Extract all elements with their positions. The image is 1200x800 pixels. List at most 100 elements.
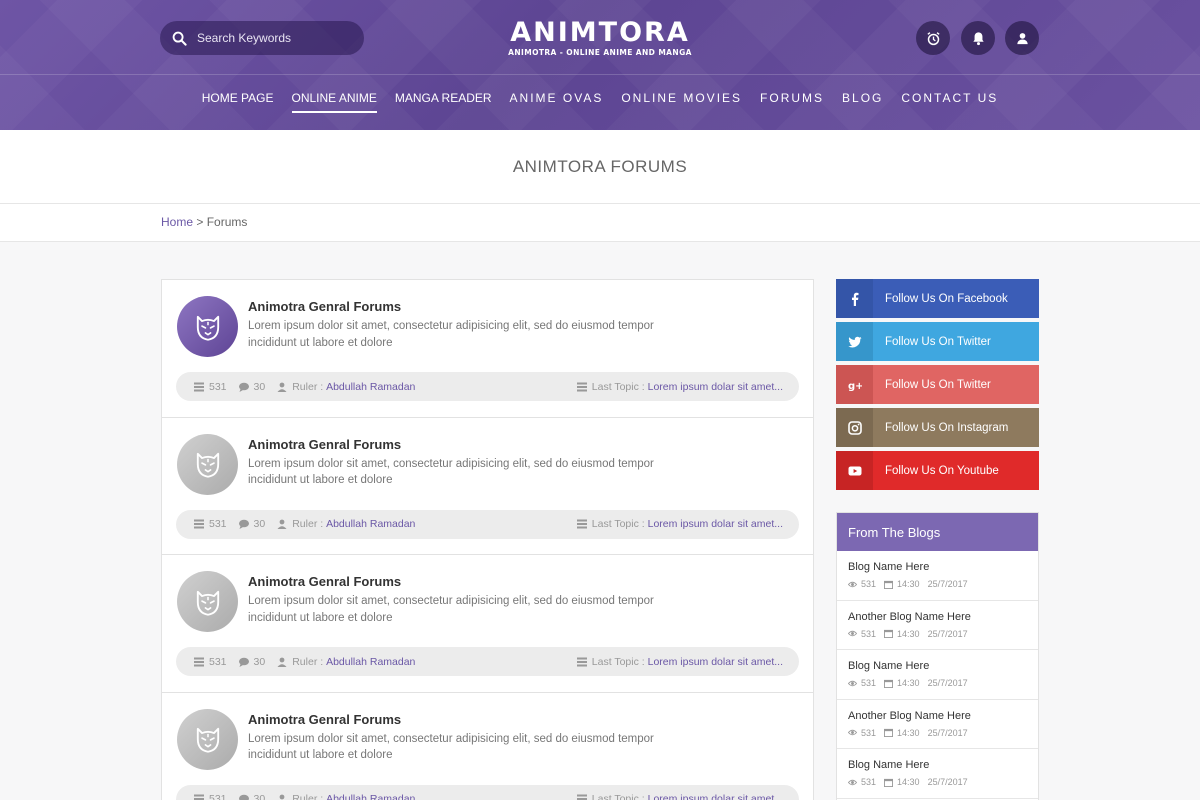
- forum-meta-bar: 531 30 Ruler : Abdullah Ramadan Last Top…: [176, 647, 799, 676]
- comment-count-value: 30: [253, 380, 266, 393]
- blog-meta: 531 14:30 25/7/2017: [848, 728, 1027, 738]
- list-icon: [576, 794, 587, 800]
- list-icon: [194, 382, 204, 391]
- last-topic-label: Last Topic :: [591, 655, 645, 668]
- forum-avatar[interactable]: [177, 708, 238, 770]
- blog-time: 14:30: [897, 727, 920, 738]
- forum-description: Lorem ipsum dolor sit amet, consectetur …: [248, 595, 654, 624]
- social-instagram-button[interactable]: Follow Us On Instagram: [836, 408, 1039, 447]
- social-label: Follow Us On Facebook: [885, 292, 1008, 305]
- forum-item[interactable]: Animotra Genral Forums Lorem ipsum dolor…: [162, 693, 813, 800]
- last-topic-label: Last Topic :: [591, 380, 645, 393]
- twitter-icon: [836, 322, 873, 361]
- nav-online-movies[interactable]: ONLINE MOVIES: [621, 90, 742, 106]
- comment-count-value: 30: [253, 793, 266, 800]
- blog-time: 14:30: [897, 777, 920, 788]
- last-topic-label: Last Topic :: [591, 518, 645, 530]
- blog-item[interactable]: Another Blog Name Here 531 14:30 25/7/2017: [837, 601, 1038, 651]
- forum-title[interactable]: Animotra Genral Forums: [248, 437, 401, 452]
- nav-home-page[interactable]: HOME PAGE: [202, 90, 274, 106]
- notifications-button[interactable]: [961, 21, 995, 55]
- tiger-icon: [196, 590, 219, 616]
- search-icon: [172, 31, 187, 46]
- calendar-icon: [884, 679, 894, 688]
- forum-meta-bar: 531 30 Ruler : Abdullah Ramadan Last Top…: [176, 372, 799, 401]
- google-plus-icon: g+: [836, 365, 873, 404]
- comment-icon: [238, 382, 249, 392]
- breadcrumb-band: Home > Forums: [0, 204, 1200, 242]
- forum-item[interactable]: Animotra Genral Forums Lorem ipsum dolor…: [162, 280, 813, 418]
- blog-name[interactable]: Another Blog Name Here: [848, 710, 1027, 722]
- blogs-widget: From The Blogs Blog Name Here 531 14:30 25/…: [836, 512, 1039, 800]
- blog-item[interactable]: Blog Name Here 531 14:30 25/7/2017: [837, 551, 1038, 601]
- nav-contact-us[interactable]: CONTACT US: [901, 90, 998, 106]
- blog-name[interactable]: Blog Name Here: [848, 759, 1027, 771]
- blog-name[interactable]: Blog Name Here: [848, 660, 1027, 672]
- blog-date: 25/7/2017: [927, 579, 968, 589]
- calendar-icon: [884, 580, 894, 589]
- forum-ruler: Ruler : Abdullah Ramadan: [277, 793, 415, 800]
- last-topic-link[interactable]: Lorem ipsum dolar sit amet...: [648, 656, 783, 668]
- blog-time: 14:30: [897, 678, 920, 689]
- site-logo[interactable]: ANIMTORA ANIMOTRA - ONLINE ANIME AND MAN…: [508, 18, 692, 58]
- blog-name[interactable]: Blog Name Here: [848, 561, 1027, 573]
- blog-item[interactable]: Blog Name Here 531 14:30 25/7/2017: [837, 749, 1038, 799]
- list-icon: [576, 657, 587, 666]
- forum-title[interactable]: Animotra Genral Forums: [248, 299, 401, 314]
- topic-count: 531: [194, 793, 227, 800]
- account-button[interactable]: [1005, 21, 1039, 55]
- alarm-button[interactable]: [916, 21, 950, 55]
- social-label: Follow Us On Instagram: [885, 421, 1009, 434]
- comment-count: 30: [238, 793, 266, 800]
- facebook-icon: [836, 279, 873, 318]
- last-topic-label: Last Topic :: [591, 793, 645, 800]
- social-twitter-button[interactable]: Follow Us On Twitter: [836, 322, 1039, 361]
- forum-item[interactable]: Animotra Genral Forums Lorem ipsum dolor…: [162, 555, 813, 693]
- nav-manga-reader[interactable]: MANGA READER: [395, 90, 492, 106]
- user-icon: [279, 794, 285, 800]
- ruler-label: Ruler :: [292, 380, 324, 393]
- social-youtube-button[interactable]: Follow Us On Youtube: [836, 451, 1039, 490]
- forum-avatar[interactable]: [177, 433, 238, 495]
- last-topic-link[interactable]: Lorem ipsum dolar sit amet...: [648, 793, 783, 800]
- ruler-link[interactable]: Abdullah Ramadan: [326, 518, 415, 530]
- user-icon: [277, 382, 287, 392]
- blog-name[interactable]: Another Blog Name Here: [848, 611, 1027, 623]
- blog-item[interactable]: Blog Name Here 531 14:30 25/7/2017: [837, 650, 1038, 700]
- social-google-plus-button[interactable]: g+ Follow Us On Twitter: [836, 365, 1039, 404]
- eye-icon: [848, 730, 857, 736]
- ruler-link[interactable]: Abdullah Ramadan: [326, 656, 415, 668]
- page-title: ANIMTORA FORUMS: [512, 156, 688, 176]
- user-icon: [1016, 32, 1028, 44]
- search-input[interactable]: [197, 31, 347, 45]
- forum-avatar[interactable]: [177, 571, 238, 632]
- tiger-icon: [196, 315, 219, 341]
- nav-online-anime[interactable]: ONLINE ANIME: [291, 90, 378, 113]
- social-label: Follow Us On Twitter: [885, 335, 991, 348]
- blog-item[interactable]: Another Blog Name Here 531 14:30 25/7/2017: [837, 700, 1038, 750]
- forum-title[interactable]: Animotra Genral Forums: [248, 712, 401, 727]
- nav-forums[interactable]: FORUMS: [760, 90, 824, 106]
- comment-count: 30: [238, 656, 265, 668]
- nav-blog[interactable]: BLOG: [842, 90, 883, 106]
- ruler-link[interactable]: Abdullah Ramadan: [326, 381, 415, 393]
- list-icon: [194, 519, 204, 529]
- ruler-link[interactable]: Abdullah Ramadan: [326, 793, 415, 800]
- forum-last-topic: Last Topic : Lorem ipsum dolar sit amet.…: [576, 380, 783, 393]
- forum-title[interactable]: Animotra Genral Forums: [248, 574, 401, 589]
- forum-item[interactable]: Animotra Genral Forums Lorem ipsum dolor…: [162, 418, 813, 555]
- blog-list: Blog Name Here 531 14:30 25/7/2017 Another B…: [837, 551, 1038, 799]
- search-box[interactable]: [160, 21, 364, 55]
- last-topic-link[interactable]: Lorem ipsum dolar sit amet...: [648, 518, 783, 530]
- forum-description: Lorem ipsum dolor sit amet, consectetur …: [248, 320, 654, 349]
- svg-text:g+: g+: [848, 381, 862, 392]
- blog-views: 531: [861, 579, 877, 589]
- last-topic-link[interactable]: Lorem ipsum dolar sit amet...: [648, 381, 783, 393]
- breadcrumb-home[interactable]: Home: [161, 215, 193, 229]
- tiger-icon: [196, 452, 219, 478]
- forum-avatar[interactable]: [177, 296, 238, 357]
- topic-count-value: 531: [209, 793, 227, 800]
- blog-date: 25/7/2017: [927, 727, 968, 738]
- social-facebook-button[interactable]: Follow Us On Facebook: [836, 279, 1039, 318]
- nav-anime-ovas[interactable]: ANIME OVAS: [510, 90, 604, 106]
